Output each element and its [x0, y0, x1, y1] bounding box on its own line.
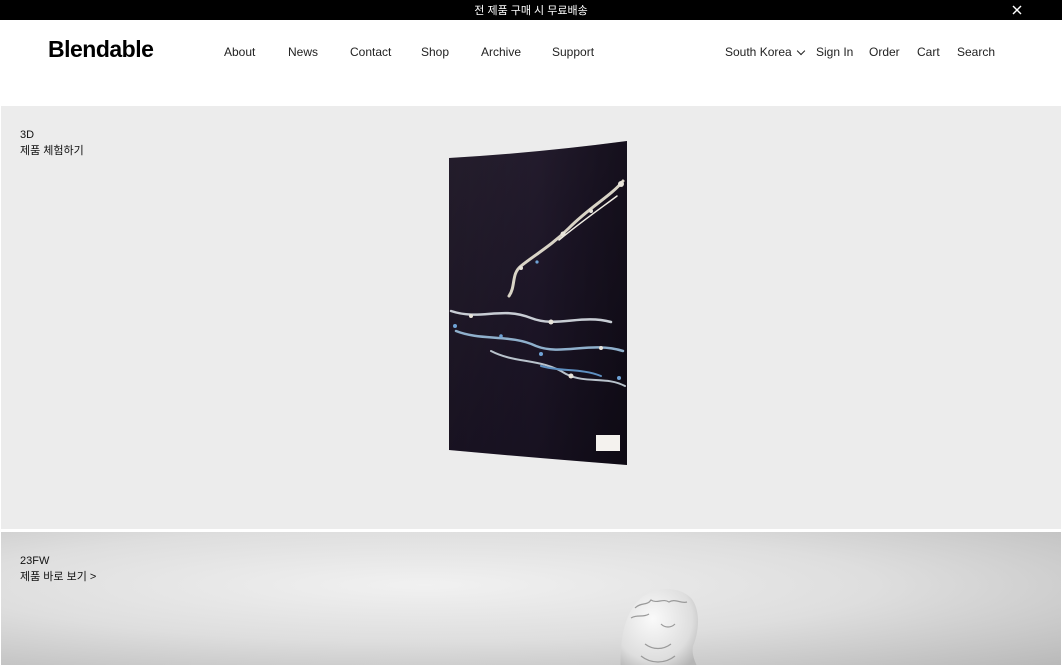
collection-23fw-panel[interactable]: 23FW 제품 바로 보기 >	[1, 532, 1061, 665]
announcement-text: 전 제품 구매 시 무료배송	[474, 5, 588, 17]
announcement-bar: 전 제품 구매 시 무료배송	[0, 0, 1062, 20]
region-label: South Korea	[725, 45, 792, 59]
nav-contact[interactable]: Contact	[350, 45, 391, 59]
section-caption: 3D 제품 체험하기	[20, 127, 84, 159]
hero-3d-panel[interactable]: 3D 제품 체험하기	[1, 106, 1061, 529]
bust-sculpture-image	[620, 589, 698, 665]
nav-search[interactable]: Search	[957, 45, 995, 59]
logo[interactable]: Blendable	[48, 36, 154, 63]
region-selector[interactable]: South Korea	[725, 45, 805, 59]
nav-shop[interactable]: Shop	[421, 45, 449, 59]
section-link[interactable]: 제품 바로 보기 >	[20, 569, 96, 585]
section-tag: 23FW	[20, 555, 50, 567]
section-link[interactable]: 제품 체험하기	[20, 143, 84, 159]
close-icon[interactable]	[1010, 3, 1024, 17]
nav-support[interactable]: Support	[552, 45, 594, 59]
nav-news[interactable]: News	[288, 45, 318, 59]
site-header: Blendable About News Contact Shop Archiv…	[0, 20, 1062, 106]
section-tag: 3D	[20, 129, 35, 141]
nav-archive[interactable]: Archive	[481, 45, 521, 59]
nav-sign-in[interactable]: Sign In	[816, 45, 853, 59]
section-caption: 23FW 제품 바로 보기 >	[20, 553, 96, 585]
nav-order[interactable]: Order	[869, 45, 900, 59]
fabric-poster-image[interactable]	[441, 136, 641, 471]
nav-cart[interactable]: Cart	[917, 45, 940, 59]
chevron-down-icon	[796, 46, 805, 56]
nav-about[interactable]: About	[224, 45, 255, 59]
